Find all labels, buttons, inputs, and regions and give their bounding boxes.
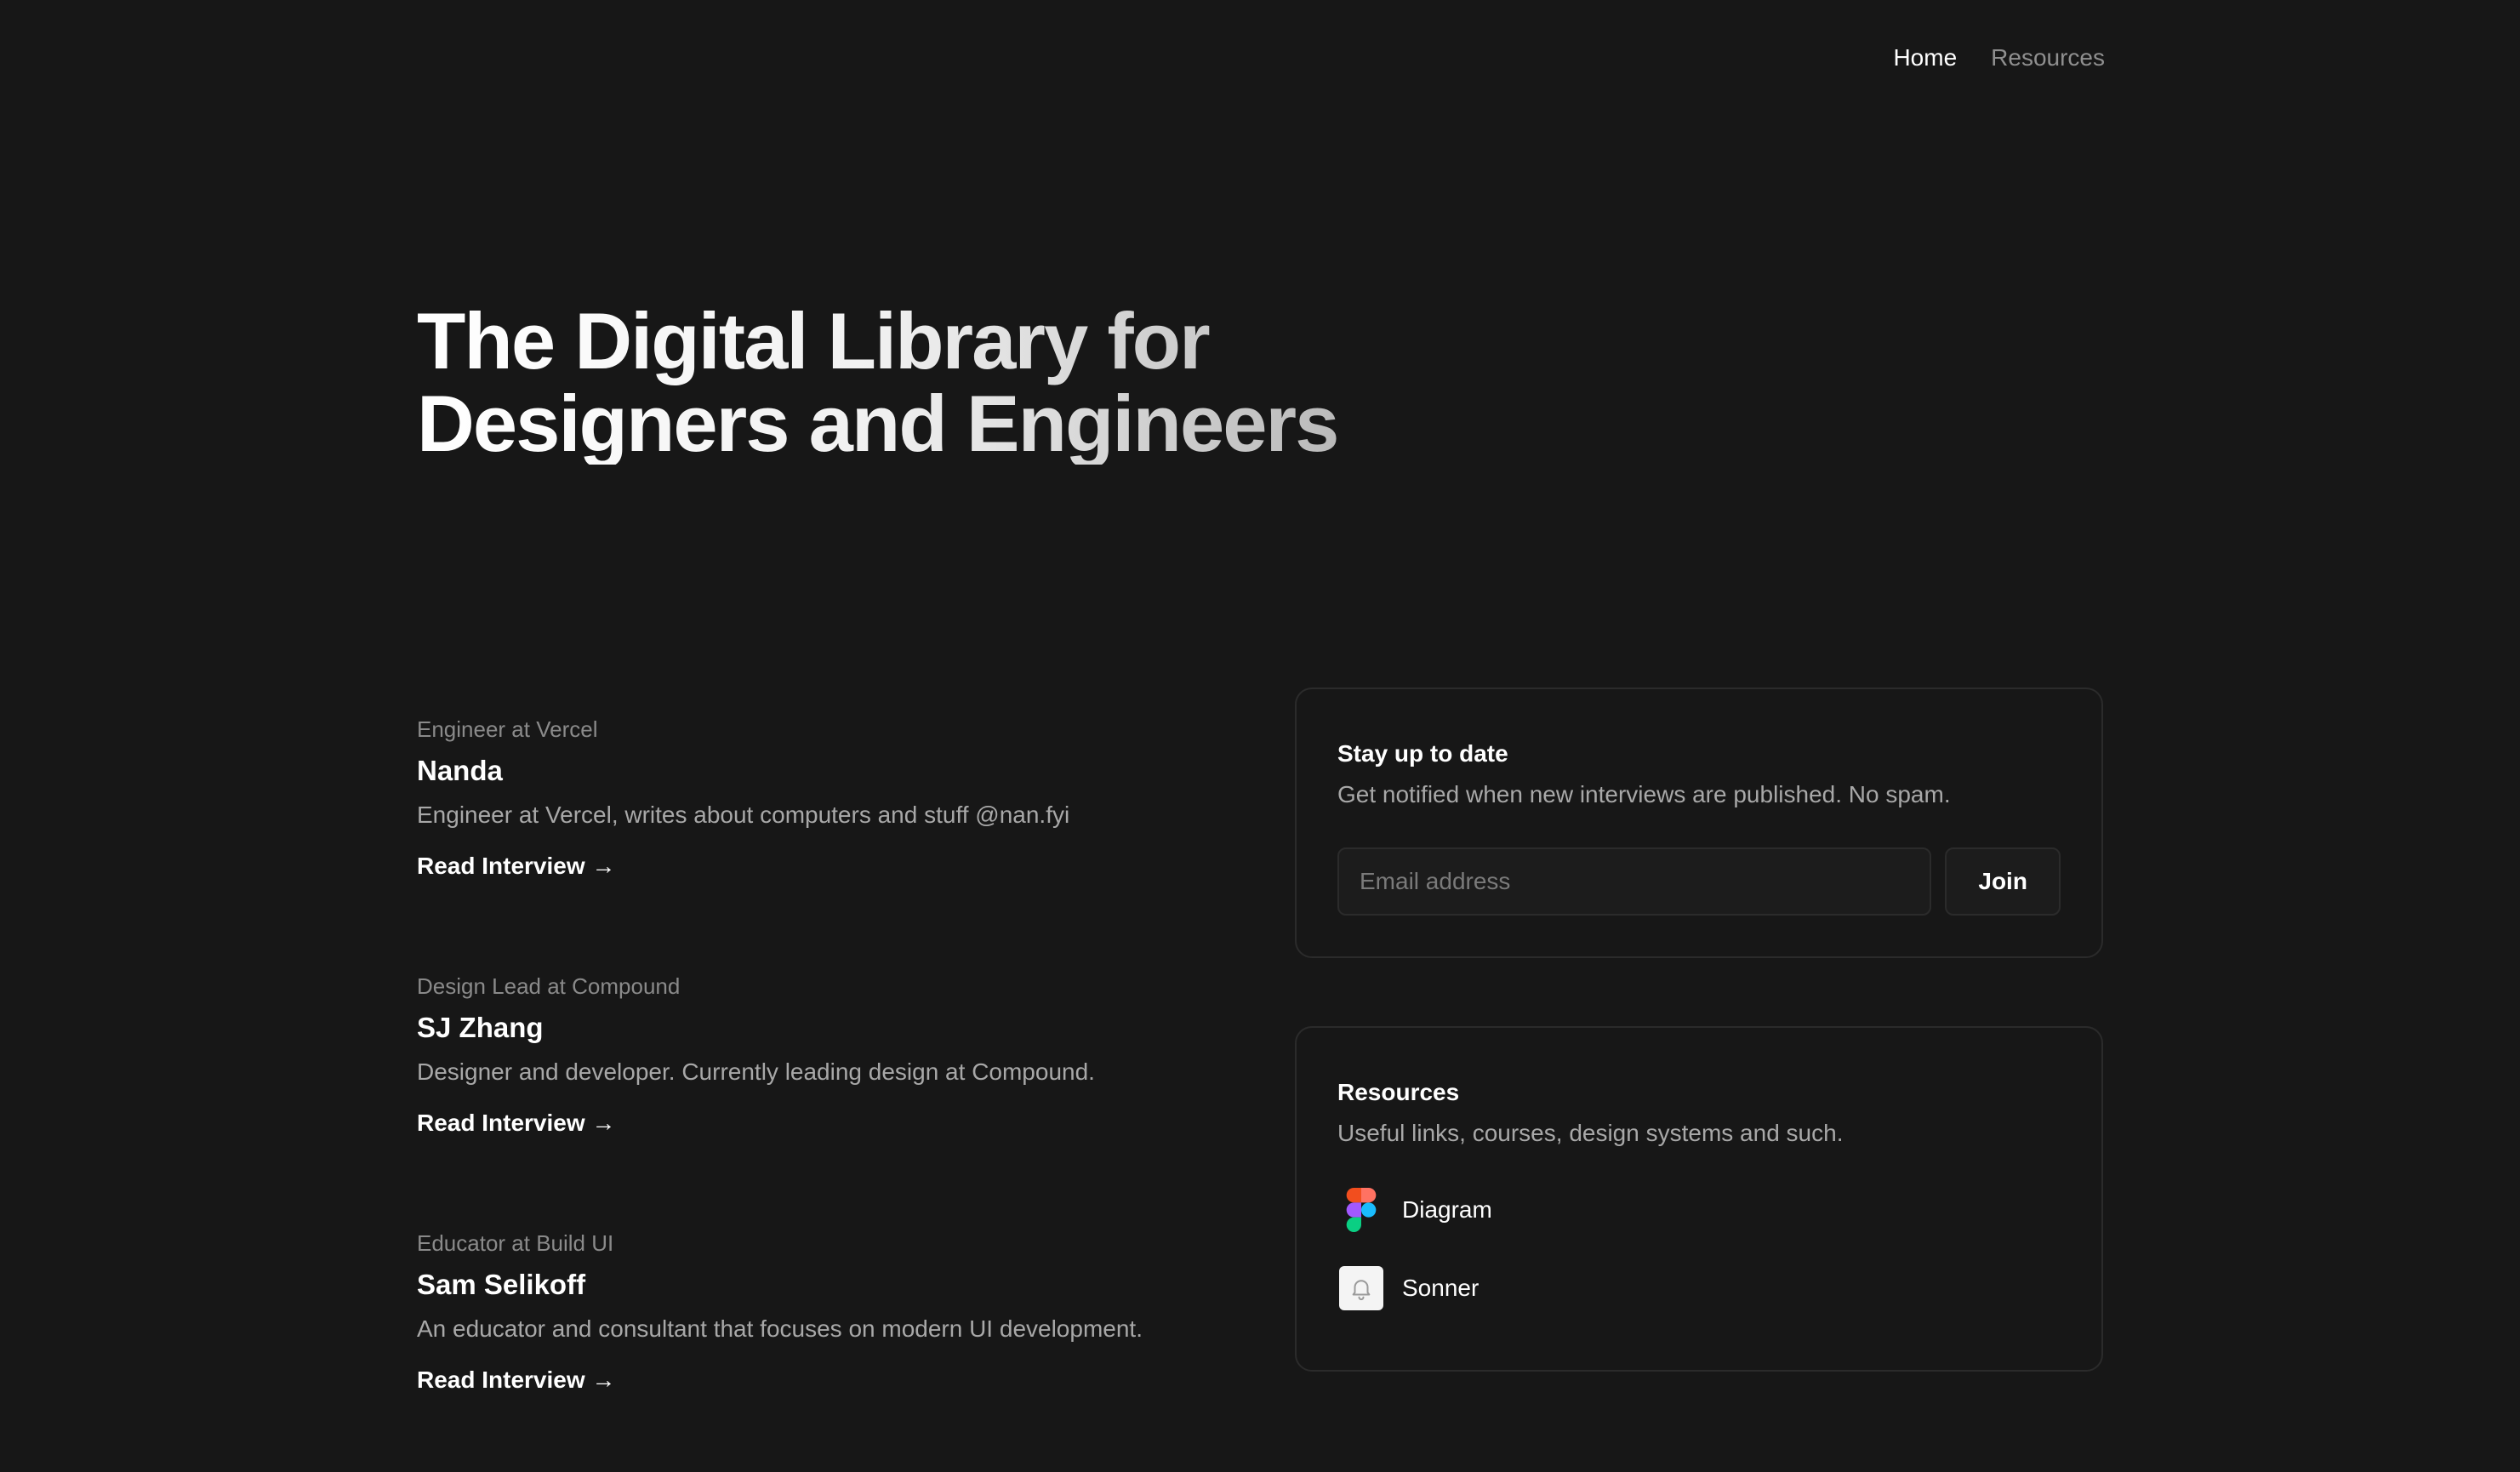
- interview-item: Design Lead at Compound SJ Zhang Designe…: [417, 970, 1234, 1227]
- nav-resources-link[interactable]: Resources: [1991, 44, 2105, 71]
- join-button[interactable]: Join: [1945, 847, 2061, 916]
- resources-card: Resources Useful links, courses, design …: [1295, 1026, 2103, 1372]
- newsletter-description: Get notified when new interviews are pub…: [1337, 781, 1951, 807]
- nav-home-link[interactable]: Home: [1893, 44, 1957, 71]
- resource-item-sonner[interactable]: Sonner: [1337, 1264, 2061, 1312]
- newsletter-title: Stay up to date: [1337, 740, 1508, 767]
- interview-role: Engineer at Vercel: [417, 716, 598, 742]
- resource-label: Sonner: [1402, 1275, 1480, 1301]
- interview-bio: An educator and consultant that focuses …: [417, 1315, 1143, 1342]
- page-title: The Digital Library for Designers and En…: [417, 300, 1353, 465]
- interview-name: Sam Selikoff: [417, 1269, 586, 1300]
- figma-icon: [1337, 1186, 1385, 1234]
- interview-bio: Engineer at Vercel, writes about compute…: [417, 802, 1070, 828]
- resource-label: Diagram: [1402, 1196, 1492, 1223]
- interview-list: Engineer at Vercel Nanda Engineer at Ver…: [417, 713, 1234, 1472]
- interview-role: Design Lead at Compound: [417, 973, 681, 999]
- page-title-line-2: Designers and Engineers: [417, 379, 1338, 468]
- resource-item-diagram[interactable]: Diagram: [1337, 1186, 2061, 1234]
- interview-bio: Designer and developer. Currently leadin…: [417, 1058, 1095, 1085]
- resources-list: Diagram Sonner: [1337, 1186, 2061, 1312]
- page-title-line-1: The Digital Library for: [417, 296, 1209, 385]
- interview-item: Engineer at Vercel Nanda Engineer at Ver…: [417, 713, 1234, 970]
- resources-description: Useful links, courses, design systems an…: [1337, 1120, 1844, 1146]
- newsletter-card: Stay up to date Get notified when new in…: [1295, 688, 2103, 958]
- bell-icon: [1337, 1264, 1385, 1312]
- newsletter-form: Join: [1337, 847, 2061, 916]
- interview-item: Educator at Build UI Sam Selikoff An edu…: [417, 1227, 1234, 1472]
- email-input[interactable]: [1337, 847, 1932, 916]
- read-interview-link[interactable]: Read Interview →: [417, 849, 615, 883]
- read-interview-link[interactable]: Read Interview →: [417, 1363, 615, 1397]
- top-nav: Home Resources: [1893, 44, 2105, 71]
- interview-role: Educator at Build UI: [417, 1230, 614, 1256]
- interview-name: Nanda: [417, 755, 503, 786]
- resources-title: Resources: [1337, 1079, 1460, 1105]
- interview-name: SJ Zhang: [417, 1012, 544, 1043]
- read-interview-link[interactable]: Read Interview →: [417, 1106, 615, 1140]
